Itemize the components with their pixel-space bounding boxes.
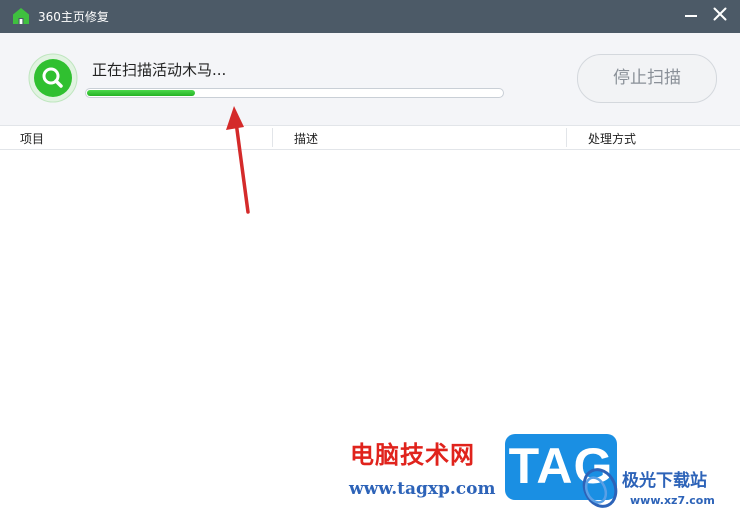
aurora-logo-icon [582,468,618,508]
stop-scan-button[interactable]: 停止扫描 [577,54,717,103]
title-bar[interactable]: 360主页修复 [0,0,740,33]
watermark-site2-url: www.xz7.com [630,494,715,507]
house-icon [13,8,29,24]
app-window: 360主页修复 正在扫描活动木马... 停止扫描 项目 描述 处理方式 电脑技术… [0,0,740,520]
scan-progress-fill [87,90,195,96]
minimize-icon[interactable] [679,4,703,26]
column-header-action[interactable]: 处理方式 [588,132,636,146]
scan-panel: 正在扫描活动木马... 停止扫描 [0,33,740,125]
annotation-arrow-icon [226,106,250,214]
window-title: 360主页修复 [38,10,109,24]
column-header-item[interactable]: 项目 [20,132,44,146]
column-divider[interactable] [566,128,567,147]
scan-status-text: 正在扫描活动木马... [92,61,227,79]
watermark-site2-name: 极光下载站 [622,471,707,491]
scan-progress-bar [85,88,504,98]
column-divider[interactable] [272,128,273,147]
column-header-description[interactable]: 描述 [294,132,318,146]
watermark-site-url: www.tagxp.com [349,479,496,499]
magnifier-icon [28,53,78,103]
close-icon[interactable] [708,4,732,26]
results-table-header: 项目 描述 处理方式 [0,125,740,150]
watermark-site-name: 电脑技术网 [350,441,475,469]
